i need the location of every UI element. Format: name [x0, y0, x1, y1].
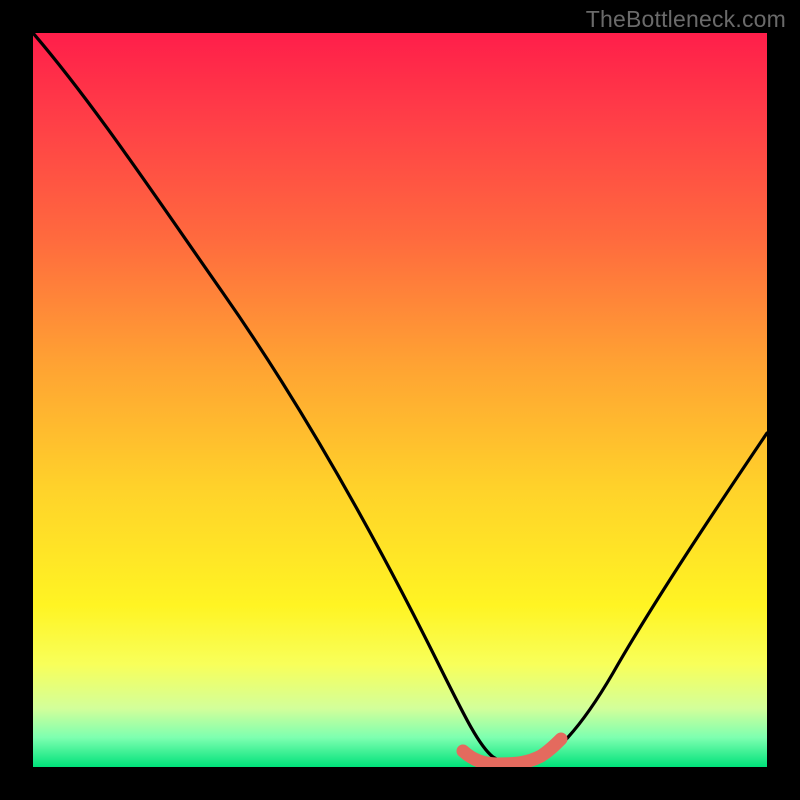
attribution-text: TheBottleneck.com [586, 6, 786, 33]
chart-frame: TheBottleneck.com [0, 0, 800, 800]
plot-area [33, 33, 767, 767]
bottleneck-curve [33, 33, 767, 767]
